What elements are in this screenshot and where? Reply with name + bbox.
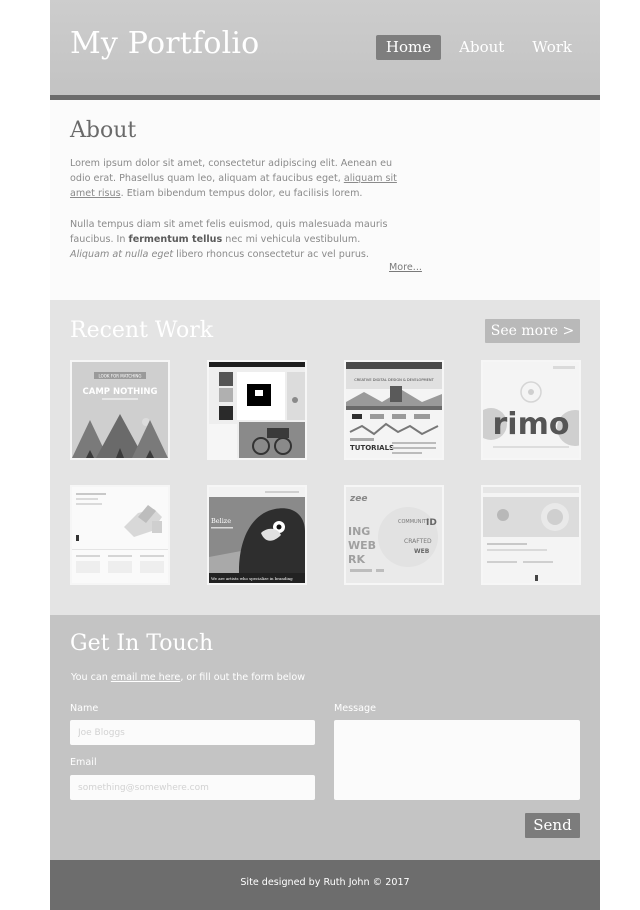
site-header: My Portfolio Home About Work bbox=[50, 0, 600, 95]
about-paragraph-2: Nulla tempus diam sit amet felis euismod… bbox=[70, 217, 400, 262]
svg-text:WEB: WEB bbox=[414, 548, 430, 555]
light-page-thumbnail bbox=[72, 487, 168, 583]
about-text: . Etiam bibendum tempus dolor, eu facili… bbox=[120, 188, 363, 199]
page: My Portfolio Home About Work About Lorem… bbox=[50, 0, 600, 910]
contact-intro: You can email me here, or fill out the f… bbox=[71, 672, 305, 683]
thumb-title: Belize bbox=[211, 517, 231, 525]
thumb-title: rimo bbox=[493, 407, 570, 442]
nav-home[interactable]: Home bbox=[375, 35, 442, 60]
work-thumb-light-site[interactable] bbox=[481, 485, 581, 585]
contact-section: Get In Touch You can email me here, or f… bbox=[50, 615, 600, 860]
message-label: Message bbox=[334, 703, 377, 714]
about-bold-text: fermentum tellus bbox=[128, 234, 223, 245]
email-input[interactable] bbox=[70, 775, 315, 800]
about-text: nec mi vehicula vestibulum. bbox=[222, 234, 361, 245]
work-thumb-light-page[interactable] bbox=[70, 485, 170, 585]
about-text: libero rhoncus consectetur ac vel purus. bbox=[173, 249, 369, 260]
thumb-tagline: We are artists who specialize in brandin… bbox=[211, 576, 293, 581]
work-thumb-camp-nothing[interactable]: LOOK FOR MATCHING CAMP NOTHING bbox=[70, 360, 170, 460]
about-paragraph-1: Lorem ipsum dolor sit amet, consectetur … bbox=[70, 156, 400, 201]
main-nav: Home About Work bbox=[375, 35, 582, 60]
work-thumb-grid[interactable] bbox=[207, 360, 307, 460]
more-link[interactable]: More... bbox=[389, 262, 422, 273]
belize-thumbnail: Belize We are artists who specialize in … bbox=[209, 487, 305, 583]
svg-text:ING: ING bbox=[348, 525, 370, 538]
svg-text:WEB: WEB bbox=[348, 539, 376, 552]
site-title[interactable]: My Portfolio bbox=[70, 26, 259, 61]
contact-heading: Get In Touch bbox=[70, 631, 214, 656]
rimo-thumbnail: rimo bbox=[483, 362, 579, 458]
about-section: About Lorem ipsum dolor sit amet, consec… bbox=[50, 100, 600, 300]
thumb-headline: TUTORIALS bbox=[350, 444, 394, 452]
thumb-title: CREATIVE DIGITAL DESIGN & DEVELOPMENT bbox=[354, 378, 434, 382]
tutorials-thumbnail: CREATIVE DIGITAL DESIGN & DEVELOPMENT TU… bbox=[346, 362, 442, 458]
work-thumb-tutorials[interactable]: CREATIVE DIGITAL DESIGN & DEVELOPMENT TU… bbox=[344, 360, 444, 460]
svg-text:zee: zee bbox=[349, 494, 367, 504]
contact-intro-text: You can bbox=[71, 672, 111, 683]
site-footer: Site designed by Ruth John © 2017 bbox=[50, 860, 600, 910]
grid-thumbnail bbox=[209, 362, 305, 458]
svg-text:RK: RK bbox=[348, 553, 365, 566]
work-thumb-belize[interactable]: Belize We are artists who specialize in … bbox=[207, 485, 307, 585]
email-link[interactable]: email me here bbox=[111, 672, 180, 683]
about-heading: About bbox=[70, 118, 137, 143]
message-textarea[interactable] bbox=[334, 720, 580, 800]
svg-text:CRAFTED: CRAFTED bbox=[404, 538, 432, 545]
about-italic-text: Aliquam at nulla eget bbox=[70, 249, 174, 260]
work-heading: Recent Work bbox=[70, 318, 214, 343]
work-thumb-rimo[interactable]: rimo bbox=[481, 360, 581, 460]
thumb-title: LOOK FOR MATCHING bbox=[99, 374, 142, 379]
light-site-thumbnail bbox=[483, 487, 579, 583]
camp-nothing-thumbnail: LOOK FOR MATCHING CAMP NOTHING bbox=[72, 362, 168, 458]
nav-work[interactable]: Work bbox=[522, 35, 582, 60]
work-section: Recent Work See more > LOOK FOR MATCHING… bbox=[50, 300, 600, 615]
see-more-button[interactable]: See more > bbox=[485, 319, 580, 343]
send-button[interactable]: Send bbox=[525, 813, 580, 838]
svg-text:ID: ID bbox=[426, 518, 437, 528]
nav-about[interactable]: About bbox=[449, 35, 514, 60]
footer-credit: Site designed by Ruth John © 2017 bbox=[240, 877, 410, 888]
work-thumb-wordcloud[interactable]: zee ING WEB RK COMMUNITY ID CRAFTED WEB bbox=[344, 485, 444, 585]
name-input[interactable] bbox=[70, 720, 315, 745]
wordcloud-thumbnail: zee ING WEB RK COMMUNITY ID CRAFTED WEB bbox=[346, 487, 442, 583]
thumb-headline: CAMP NOTHING bbox=[83, 387, 158, 397]
contact-intro-text: , or fill out the form below bbox=[180, 672, 306, 683]
email-label: Email bbox=[70, 757, 97, 768]
name-label: Name bbox=[70, 703, 99, 714]
